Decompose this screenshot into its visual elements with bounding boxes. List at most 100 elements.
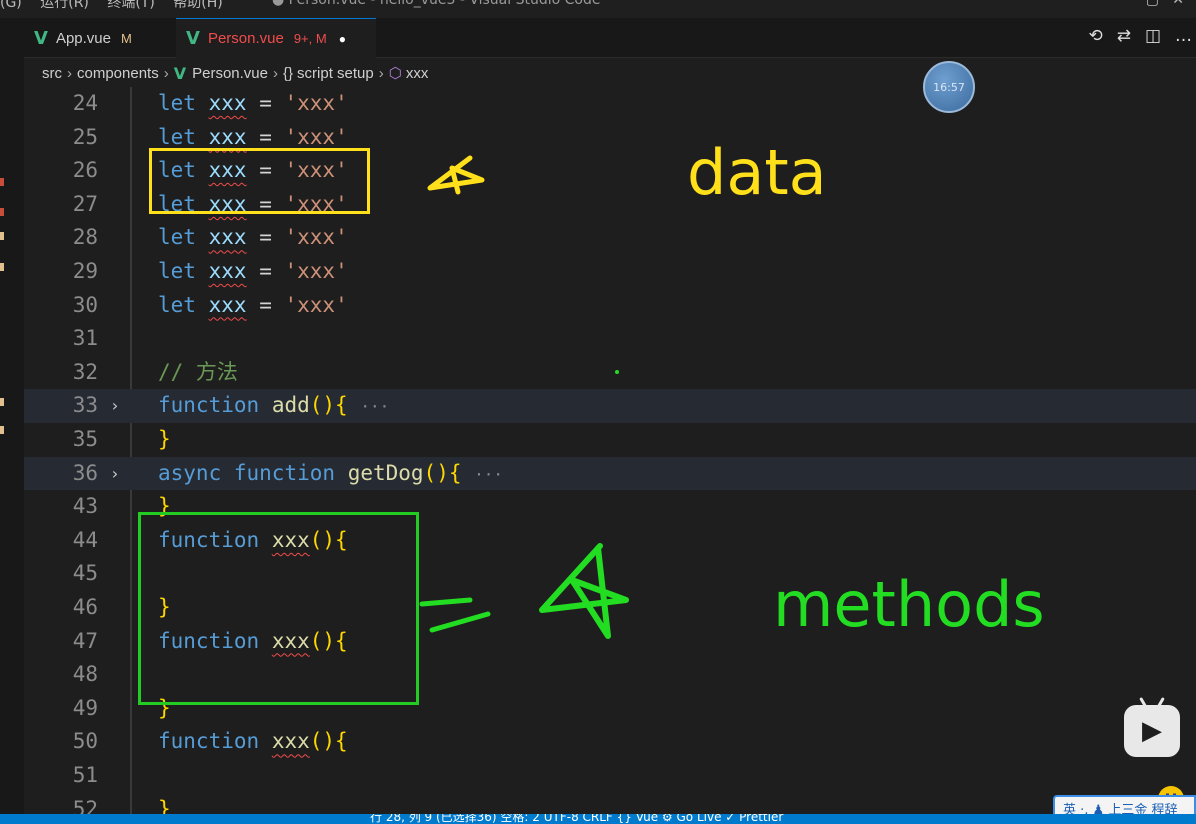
- close-brace: }: [158, 796, 171, 814]
- tab-app-vue[interactable]: V App.vue M: [24, 18, 174, 58]
- methods-annotation-label: methods: [773, 568, 1045, 641]
- breadcrumb-script-setup[interactable]: script setup: [297, 65, 374, 82]
- code-line[interactable]: 51: [24, 759, 1196, 793]
- chevron-right-icon: ›: [378, 64, 384, 82]
- operator: =: [259, 292, 272, 317]
- line-number: 50: [72, 729, 98, 754]
- line-number: 33: [72, 393, 98, 418]
- operator: =: [259, 91, 272, 115]
- code-line[interactable]: 31: [24, 322, 1196, 356]
- editor-actions: ⟲ ⇄ ◫ …: [1088, 26, 1192, 46]
- fold-chevron-icon[interactable]: ›: [110, 389, 120, 423]
- code-line[interactable]: 30 let xxx = 'xxx': [24, 289, 1196, 323]
- code-line[interactable]: 29 let xxx = 'xxx': [24, 255, 1196, 289]
- line-number: 45: [72, 561, 98, 586]
- code-text: let xxx = 'xxx': [158, 289, 348, 323]
- line-number: 30: [72, 292, 98, 317]
- string-literal: 'xxx': [284, 259, 348, 283]
- breadcrumb-file[interactable]: Person.vue: [192, 65, 268, 82]
- timeline-icon[interactable]: ⟲: [1088, 26, 1102, 46]
- compare-changes-icon[interactable]: ⇄: [1117, 26, 1131, 46]
- string-literal: 'xxx': [284, 225, 348, 250]
- comment: // 方法: [158, 359, 238, 384]
- code-line[interactable]: 32 // 方法: [24, 356, 1196, 390]
- line-number: 28: [72, 225, 98, 250]
- editor-tabs: V App.vue M V Person.vue 9+, M ● ⟲ ⇄ ◫ …: [24, 18, 1196, 58]
- code-line[interactable]: 36 › async function getDog(){ ···: [24, 456, 1196, 491]
- line-number: 46: [72, 595, 98, 619]
- parens: (): [309, 393, 336, 418]
- window-controls[interactable]: ▢ ✕: [1146, 0, 1184, 8]
- code-text: function xxx(){: [158, 725, 348, 759]
- vue-icon: V: [34, 27, 48, 49]
- keyword-function: function: [158, 729, 260, 754]
- code-line[interactable]: 33 › function add(){ ···: [24, 389, 1196, 423]
- tab-label: Person.vue: [207, 30, 284, 47]
- operator: =: [259, 225, 272, 250]
- menu-item-help[interactable]: 帮助(H): [173, 0, 222, 11]
- open-brace: {: [335, 729, 348, 754]
- code-line[interactable]: 24 let xxx = 'xxx': [24, 87, 1196, 121]
- status-bar: 行 28, 列 9 (已选择36) 空格: 2 UTF-8 CRLF {} Vu…: [0, 814, 1196, 824]
- menu-item-run[interactable]: 运行(R): [40, 0, 89, 11]
- recording-timer: 16:57: [923, 61, 975, 113]
- code-line[interactable]: 52}: [24, 793, 1196, 814]
- activity-indicator: [0, 232, 4, 240]
- bilibili-play-icon[interactable]: ▶: [1124, 705, 1180, 757]
- breadcrumb-symbol[interactable]: xxx: [406, 65, 429, 82]
- breadcrumb-components[interactable]: components: [77, 65, 159, 82]
- split-editor-icon[interactable]: ◫: [1145, 26, 1161, 46]
- unsaved-dot-icon[interactable]: ●: [339, 32, 346, 46]
- tab-status: 9+, M: [293, 31, 327, 46]
- line-number: 24: [72, 91, 98, 115]
- activity-indicator: [0, 263, 4, 271]
- keyword-let: let: [158, 259, 196, 283]
- code-text: let xxx = 'xxx': [158, 87, 348, 121]
- open-brace: {: [448, 460, 462, 485]
- code-text: let xxx = 'xxx': [158, 255, 348, 289]
- variable-name: xxx: [208, 225, 247, 250]
- menu-bar: (G) 运行(R) 终端(T) 帮助(H): [0, 0, 237, 12]
- tab-status: M: [120, 30, 132, 46]
- tab-label: App.vue: [55, 29, 111, 47]
- status-text: 行 28, 列 9 (已选择36) 空格: 2 UTF-8 CRLF {} Vu…: [370, 814, 784, 824]
- code-text: }: [158, 423, 171, 457]
- activity-bar[interactable]: [0, 18, 24, 814]
- code-line[interactable]: 35}: [24, 423, 1196, 457]
- more-actions-icon[interactable]: …: [1175, 26, 1192, 46]
- line-number: 32: [72, 359, 98, 384]
- variable-name: xxx: [208, 292, 247, 317]
- fold-chevron-icon[interactable]: ›: [110, 457, 120, 491]
- breadcrumb-src[interactable]: src: [42, 65, 62, 82]
- line-number: 27: [72, 191, 98, 216]
- menu-item-go[interactable]: (G): [0, 0, 22, 11]
- line-number: 43: [72, 494, 98, 519]
- code-text: let xxx = 'xxx': [158, 221, 348, 255]
- folded-ellipsis-icon: ···: [474, 464, 504, 484]
- string-literal: 'xxx': [284, 91, 348, 115]
- line-number: 35: [72, 427, 98, 451]
- data-highlight-box: [149, 148, 370, 214]
- line-number: 48: [72, 662, 98, 687]
- open-brace: {: [335, 393, 348, 418]
- tab-person-vue[interactable]: V Person.vue 9+, M ●: [176, 18, 376, 58]
- keyword-let: let: [158, 124, 196, 149]
- title-bar: (G) 运行(R) 终端(T) 帮助(H) ● Person.vue - hel…: [0, 0, 1196, 18]
- operator: =: [259, 259, 272, 283]
- keyword-function: function: [158, 393, 260, 418]
- code-line[interactable]: 28 let xxx = 'xxx': [24, 221, 1196, 255]
- activity-indicator: [0, 426, 4, 434]
- breadcrumb: src › components › V Person.vue › {} scr…: [24, 59, 1196, 87]
- line-number: 29: [72, 259, 98, 283]
- variable-icon: ⬡: [388, 65, 402, 82]
- folded-ellipsis-icon: ···: [360, 397, 390, 417]
- variable-name: xxx: [208, 91, 247, 115]
- menu-item-terminal[interactable]: 终端(T): [107, 0, 154, 11]
- chevron-right-icon: ›: [67, 64, 72, 82]
- code-line[interactable]: 50 function xxx(){: [24, 725, 1196, 759]
- line-number: 52: [72, 796, 98, 814]
- keyword-function: function: [233, 460, 336, 485]
- activity-indicator: [0, 208, 4, 216]
- variable-name: xxx: [208, 259, 247, 283]
- variable-name: xxx: [208, 124, 247, 149]
